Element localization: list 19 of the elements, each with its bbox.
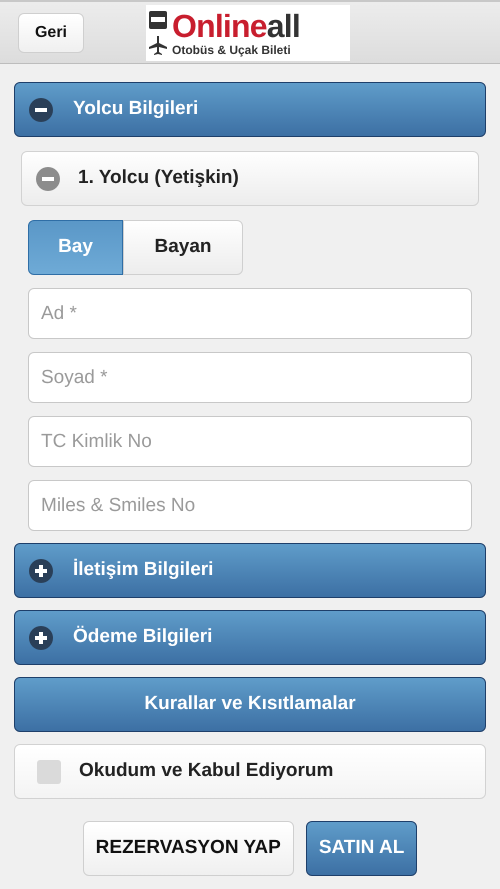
action-button[interactable]: SATIN AL bbox=[306, 821, 418, 876]
text-field[interactable]: Soyad * bbox=[28, 352, 472, 403]
gender-option[interactable]: Bay bbox=[28, 220, 123, 275]
text-field[interactable]: Miles & Smiles No bbox=[28, 480, 472, 531]
section-header[interactable]: Yolcu Bilgileri bbox=[14, 82, 486, 137]
rules-button[interactable]: Kurallar ve Kısıtlamalar bbox=[14, 677, 486, 732]
agreement-row[interactable]: Okudum ve Kabul Ediyorum bbox=[14, 744, 486, 799]
passenger-header[interactable]: 1. Yolcu (Yetişkin) bbox=[21, 151, 479, 206]
logo-tagline: Otobüs & Uçak Bileti bbox=[172, 44, 292, 56]
text-field[interactable]: TC Kimlik No bbox=[28, 416, 472, 467]
checkbox[interactable] bbox=[37, 760, 61, 784]
section-header[interactable]: İletişim Bilgileri bbox=[14, 543, 486, 598]
section-header[interactable]: Ödeme Bilgileri bbox=[14, 610, 486, 665]
airplane-icon bbox=[148, 34, 168, 56]
gender-option[interactable]: Bayan bbox=[123, 220, 243, 275]
action-button[interactable]: REZERVASYON YAP bbox=[82, 821, 294, 876]
logo-wordmark: Onlineall bbox=[172, 8, 300, 44]
back-button[interactable]: Geri bbox=[18, 12, 84, 52]
text-field[interactable]: Ad * bbox=[28, 288, 472, 339]
